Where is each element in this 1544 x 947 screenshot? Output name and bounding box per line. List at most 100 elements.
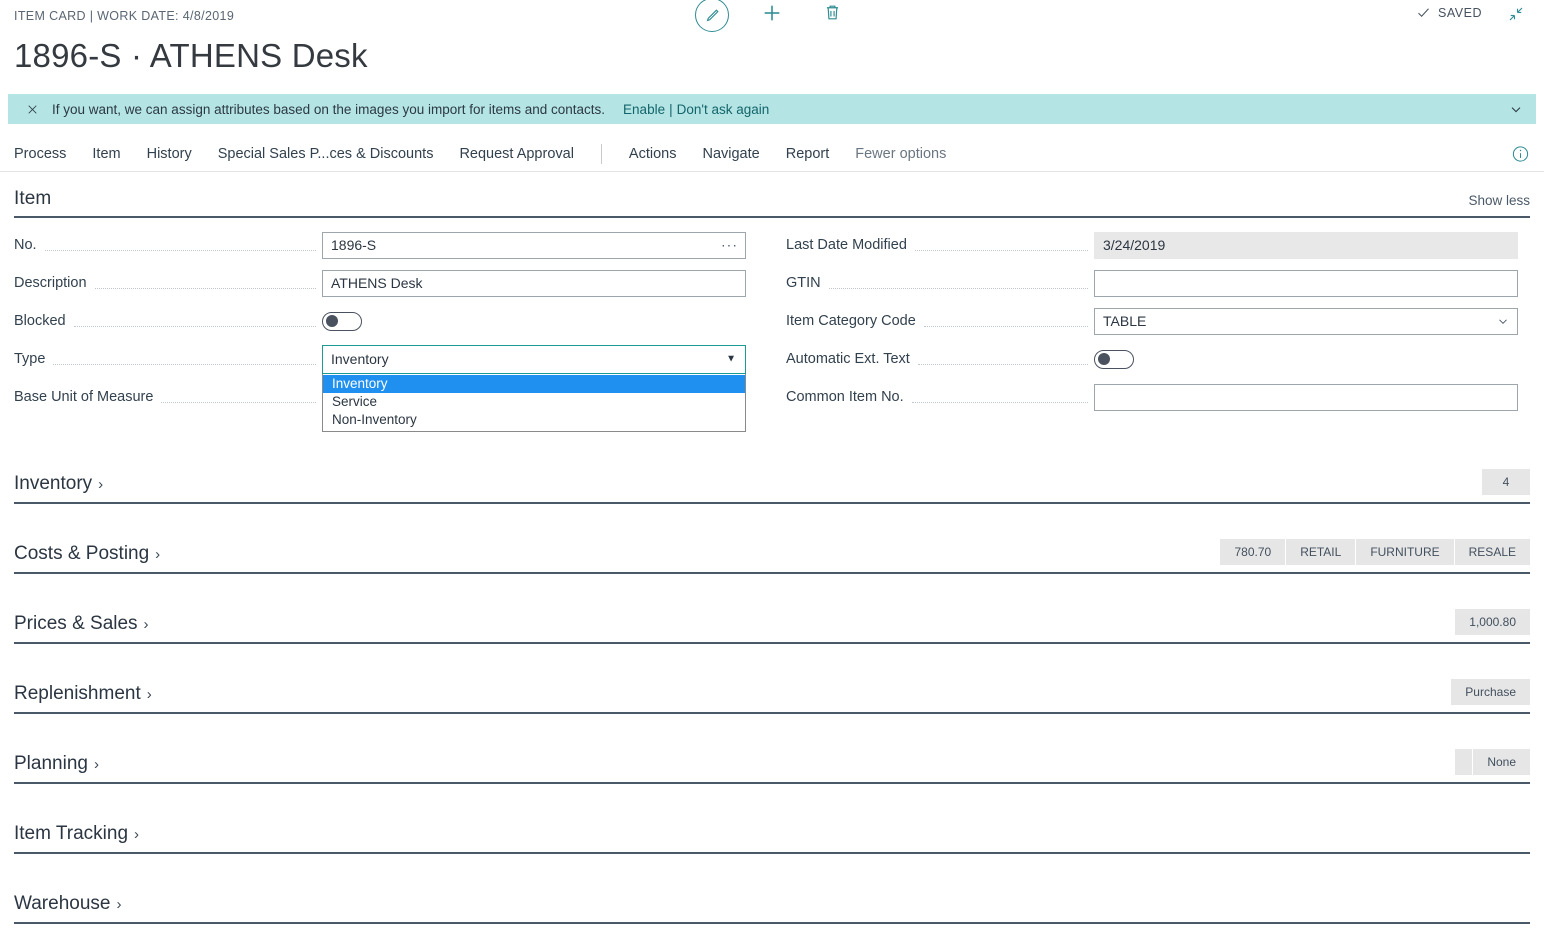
status-badge: FURNITURE [1356,539,1455,565]
status-badge: 1,000.80 [1455,609,1530,635]
edit-button[interactable] [694,0,730,33]
gtin-input[interactable] [1094,269,1518,297]
menu-item-navigate[interactable]: Navigate [689,137,772,171]
saved-label: SAVED [1438,5,1482,20]
collapsed-sections: Inventory › 4 Costs & Posting › 780.70 R… [14,434,1530,924]
notification-message: If you want, we can assign attributes ba… [52,101,606,117]
menu-item-actions[interactable]: Actions [616,137,690,171]
section-costs-posting-title-wrap[interactable]: Costs & Posting › [14,543,160,565]
dot-leader [917,351,1088,365]
section-prices-sales[interactable]: Prices & Sales › 1,000.80 [14,574,1530,644]
section-costs-posting[interactable]: Costs & Posting › 780.70 RETAIL FURNITUR… [14,504,1530,574]
automatic-ext-text-toggle[interactable] [1094,349,1134,369]
dot-leader [44,237,316,251]
field-automatic-ext-text: Automatic Ext. Text [786,340,1518,378]
section-replenishment-title-wrap[interactable]: Replenishment › [14,683,152,705]
status-badge: Purchase [1451,679,1530,705]
field-gtin: GTIN [786,264,1518,302]
field-label-blocked: Blocked [14,313,66,329]
chevron-down-icon[interactable] [1504,94,1528,124]
section-inventory[interactable]: Inventory › 4 [14,434,1530,504]
menu-item-item[interactable]: Item [79,137,133,171]
field-common-item-no: Common Item No. [786,378,1518,416]
item-card-page: ITEM CARD | WORK DATE: 4/8/2019 SAVED 18… [0,0,1544,947]
field-label-automatic-ext-text: Automatic Ext. Text [786,351,910,367]
description-input-value: ATHENS Desk [331,274,423,291]
section-item-tracking-title-wrap[interactable]: Item Tracking › [14,823,139,845]
item-category-code-select[interactable]: TABLE [1094,307,1518,335]
menu-item-history[interactable]: History [134,137,205,171]
section-warehouse[interactable]: Warehouse › [14,854,1530,924]
item-form: No. 1896-S ··· Description ATHENS Desk B… [14,218,1530,432]
status-badge: RETAIL [1286,539,1357,565]
form-column-left: No. 1896-S ··· Description ATHENS Desk B… [14,226,746,432]
item-section-title: Item [14,188,52,209]
saved-status: SAVED [1416,5,1482,20]
chevron-right-icon: › [146,685,152,703]
section-inventory-title-wrap[interactable]: Inventory › [14,473,103,495]
no-input-value: 1896-S [331,236,377,253]
chevron-down-icon[interactable] [1496,314,1510,328]
new-button[interactable] [754,0,790,33]
type-combo-wrap: Inventory ▼ Inventory Service Non-Invent… [322,344,746,432]
dot-leader [914,237,1088,251]
chevron-right-icon: › [116,895,122,913]
dot-leader [53,351,316,365]
top-bar: ITEM CARD | WORK DATE: 4/8/2019 SAVED [0,0,1544,33]
enable-link[interactable]: Enable [623,102,665,117]
menu-divider [600,143,602,164]
menu-item-report[interactable]: Report [773,137,843,171]
menu-item-request-approval[interactable]: Request Approval [446,137,586,171]
no-input-wrap: 1896-S ··· [322,231,746,259]
menu-item-fewer-options[interactable]: Fewer options [842,137,959,171]
menu-item-special-sales-prices-discounts[interactable]: Special Sales P...ces & Discounts [205,137,447,171]
section-planning-badges: None [1455,749,1530,775]
info-circle-icon[interactable] [1511,144,1530,163]
chevron-right-icon: › [134,825,140,843]
type-option-service[interactable]: Service [323,393,745,411]
type-option-non-inventory[interactable]: Non-Inventory [323,411,745,429]
minimize-button[interactable] [1502,4,1530,28]
item-section-band: Item Show less [14,172,1530,218]
field-blocked: Blocked [14,302,746,340]
common-item-no-input[interactable] [1094,383,1518,411]
common-item-no-input-wrap [1094,383,1518,411]
menu-item-process[interactable]: Process [14,137,79,171]
gtin-input-wrap [1094,269,1518,297]
no-input[interactable]: 1896-S ··· [322,231,746,259]
chevron-right-icon: › [155,545,161,563]
section-inventory-badges: 4 [1482,469,1530,495]
section-warehouse-title: Warehouse [14,893,111,914]
caret-down-icon: ▼ [726,353,736,365]
toggle-knob [325,315,338,327]
ellipsis-icon[interactable]: ··· [721,233,738,258]
type-option-inventory[interactable]: Inventory [323,374,745,393]
show-less-link[interactable]: Show less [1468,193,1530,210]
field-description: Description ATHENS Desk [14,264,746,302]
last-date-modified-wrap: 3/24/2019 [1094,231,1518,259]
blocked-toggle-wrap [322,311,746,331]
dot-leader [73,313,316,327]
section-planning-title-wrap[interactable]: Planning › [14,753,99,775]
section-item-tracking[interactable]: Item Tracking › [14,784,1530,854]
last-date-modified-value: 3/24/2019 [1094,231,1518,259]
chevron-right-icon: › [98,475,104,493]
delete-button[interactable] [814,0,850,33]
breadcrumb: ITEM CARD | WORK DATE: 4/8/2019 [14,9,235,23]
description-input-wrap: ATHENS Desk [322,269,746,297]
type-select[interactable]: Inventory ▼ [322,344,746,374]
field-item-category-code: Item Category Code TABLE [786,302,1518,340]
dont-ask-again-link[interactable]: Don't ask again [677,102,770,117]
section-planning[interactable]: Planning › None [14,714,1530,784]
dot-leader [94,275,316,289]
close-icon[interactable] [22,99,42,119]
section-replenishment[interactable]: Replenishment › Purchase [14,644,1530,714]
section-prices-sales-title-wrap[interactable]: Prices & Sales › [14,613,149,635]
description-input[interactable]: ATHENS Desk [322,269,746,297]
toggle-knob [1097,353,1110,365]
field-label-type: Type [14,351,46,367]
section-replenishment-badges: Purchase [1451,679,1530,705]
blocked-toggle[interactable] [322,311,362,331]
section-warehouse-title-wrap[interactable]: Warehouse › [14,893,121,915]
collapse-arrows-icon [1507,5,1525,28]
